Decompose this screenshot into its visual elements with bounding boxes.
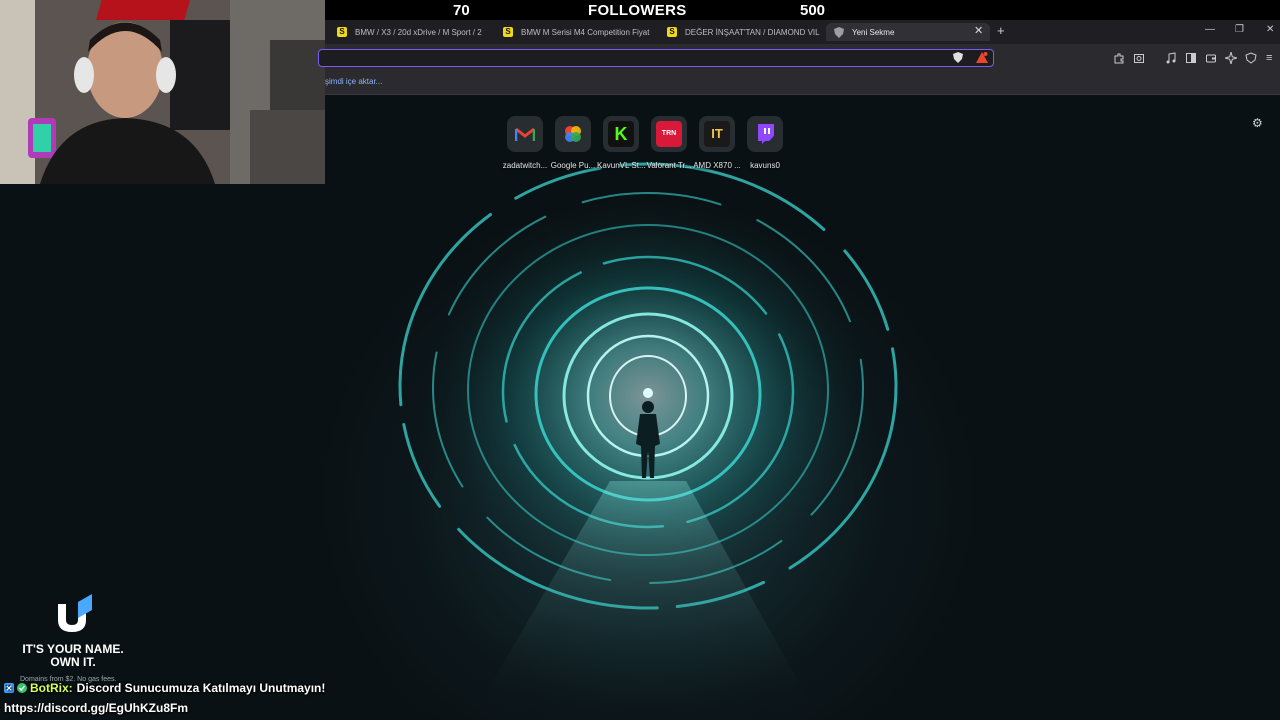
top-site-gmail[interactable]: zadatwitch... xyxy=(501,116,549,170)
unstoppable-domains-logo xyxy=(58,594,92,632)
follower-label: FOLLOWERS xyxy=(588,2,687,19)
leo-ai-icon[interactable] xyxy=(1225,52,1237,64)
verified-badge-icon xyxy=(17,683,27,693)
top-site-twitch[interactable]: kavuns0 xyxy=(741,116,789,170)
wallpaper xyxy=(0,96,1280,720)
top-site-google-photos[interactable]: Google Pu... xyxy=(549,116,597,170)
tab-title: Yeni Sekme xyxy=(852,27,895,37)
tab-bmw-m4[interactable]: S BMW M Serisi M4 Competition Fiyat xyxy=(503,23,658,41)
address-bar[interactable] xyxy=(318,49,994,67)
tab-new-tab[interactable]: Yeni Sekme xyxy=(826,23,990,41)
bot-badge-icon: ✕ xyxy=(4,683,14,693)
new-tab-button[interactable]: + xyxy=(997,23,1005,38)
top-site-label: kavuns0 xyxy=(750,161,780,170)
chat-text: Discord Sunucumuza Katılmayı Unutmayın! xyxy=(76,681,326,695)
svg-text:✕: ✕ xyxy=(6,684,13,693)
sahibinden-icon: S xyxy=(667,27,677,37)
tab-title: BMW / X3 / 20d xDrive / M Sport / 2 xyxy=(355,27,482,37)
import-bookmarks-link[interactable]: şimdi içe aktar... xyxy=(325,77,382,86)
top-site-label: AMD X870 ... xyxy=(693,161,741,170)
music-icon[interactable] xyxy=(1165,52,1177,64)
close-window-icon[interactable]: ✕ xyxy=(1266,24,1274,35)
sidebar-icon[interactable] xyxy=(1185,52,1197,64)
tab-deger-insaat[interactable]: S DEĞER İNŞAAT'TAN / DIAMOND VIL xyxy=(667,23,822,41)
follower-goal: 500 xyxy=(800,2,826,19)
top-site-kick[interactable]: K KavunVL St... xyxy=(597,116,646,170)
twitch-icon xyxy=(758,124,774,144)
google-photos-icon xyxy=(565,126,581,142)
chat-message: ✕ BotRix: Discord Sunucumuza Katılmayı U… xyxy=(4,681,325,695)
it-icon: IT xyxy=(704,121,730,147)
vpn-icon[interactable] xyxy=(1245,52,1257,64)
gmail-icon xyxy=(515,127,535,141)
sahibinden-icon: S xyxy=(337,27,347,37)
webcam-feed xyxy=(0,0,325,184)
bookmarks-bar xyxy=(325,72,1280,95)
tab-bmw-x3[interactable]: S BMW / X3 / 20d xDrive / M Sport / 2 xyxy=(337,23,492,41)
brave-shields-icon[interactable] xyxy=(953,52,963,63)
sahibinden-icon: S xyxy=(503,27,513,37)
screenshot-icon[interactable] xyxy=(1133,52,1145,64)
top-site-label: Valorant Tr... xyxy=(646,161,692,170)
top-site-amd-x870[interactable]: IT AMD X870 ... xyxy=(693,116,741,170)
brave-rewards-icon[interactable] xyxy=(976,52,988,63)
kick-icon: K xyxy=(608,121,634,147)
top-site-label: Google Pu... xyxy=(550,161,596,170)
menu-icon[interactable]: ≡ xyxy=(1266,52,1278,64)
tab-title: BMW M Serisi M4 Competition Fiyat xyxy=(521,27,650,37)
shield-icon xyxy=(834,26,844,38)
tracker-icon: TRN xyxy=(656,121,682,147)
close-tab-icon[interactable]: ✕ xyxy=(974,24,983,37)
top-site-label: zadatwitch... xyxy=(502,161,548,170)
ad-tagline: IT'S YOUR NAME. OWN IT. xyxy=(22,642,124,669)
top-site-label: KavunVL St... xyxy=(597,161,646,170)
extensions-icon[interactable] xyxy=(1113,52,1125,64)
minimize-icon[interactable]: — xyxy=(1205,24,1215,35)
discord-link: https://discord.gg/EgUhKZu8Fm xyxy=(4,701,188,715)
chat-username: BotRix: xyxy=(30,681,73,695)
follower-progress-fill xyxy=(96,0,190,20)
gear-icon[interactable]: ⚙ xyxy=(1252,116,1263,130)
follower-count: 70 xyxy=(453,2,470,19)
wallet-icon[interactable] xyxy=(1205,52,1217,64)
restore-icon[interactable]: ❐ xyxy=(1235,24,1244,35)
tab-title: DEĞER İNŞAAT'TAN / DIAMOND VIL xyxy=(685,27,820,37)
top-site-tracker[interactable]: TRN Valorant Tr... xyxy=(645,116,693,170)
